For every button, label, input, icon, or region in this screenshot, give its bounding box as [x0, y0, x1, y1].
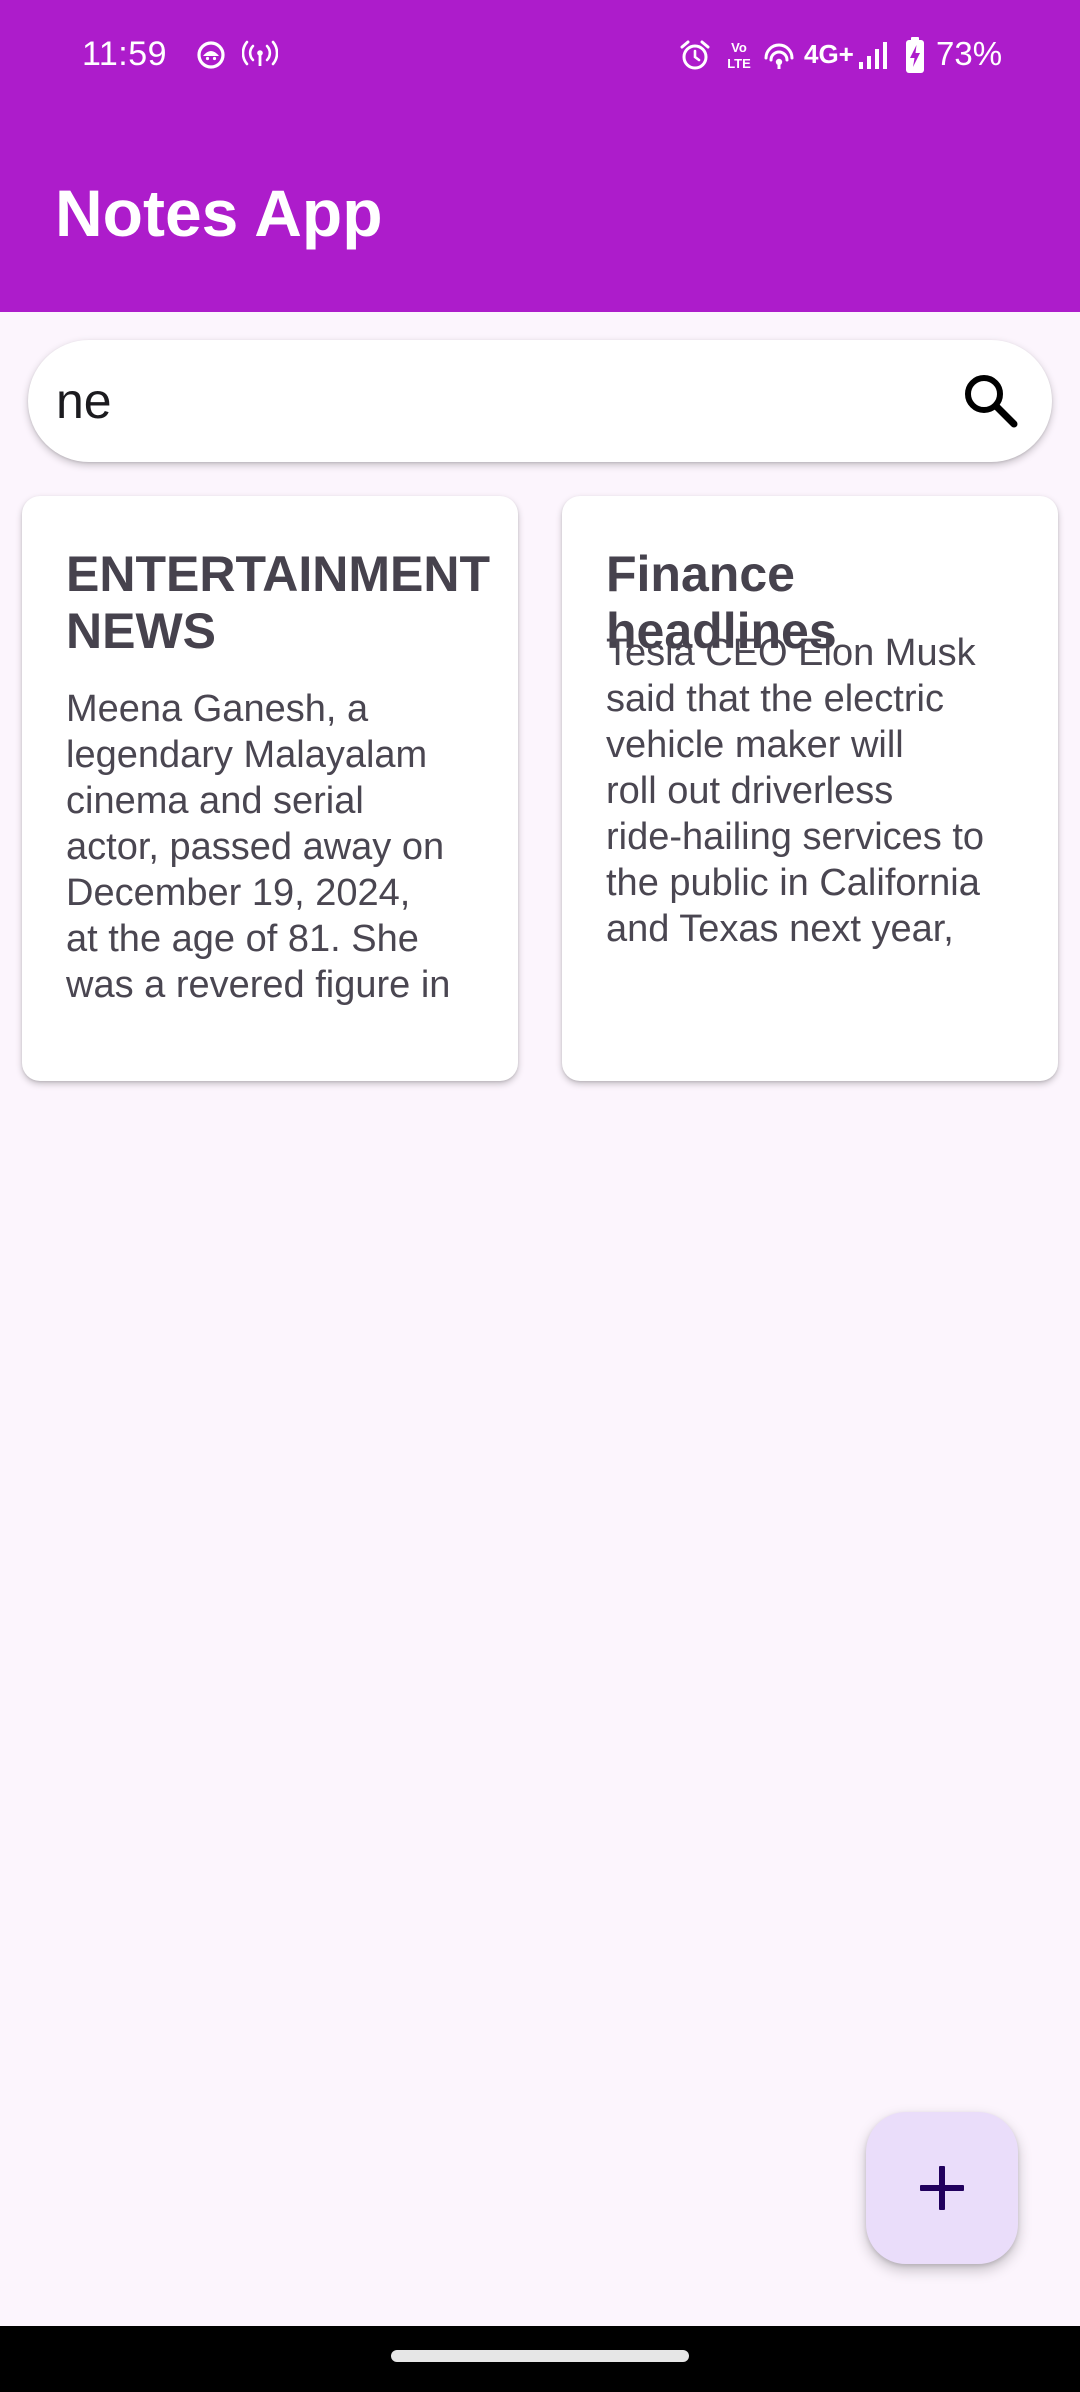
network-type: 4G+: [804, 39, 854, 69]
note-body: Meena Ganesh, a legendary Malayalam cine…: [66, 686, 496, 1008]
note-card[interactable]: Finance headlines Tesla CEO Elon Musk sa…: [562, 496, 1058, 1081]
add-note-button[interactable]: [866, 2112, 1018, 2264]
note-body-line: the public in California: [606, 862, 980, 904]
note-body-line: legendary Malayalam: [66, 734, 428, 776]
svg-text:LTE: LTE: [727, 56, 751, 71]
home-gesture-handle[interactable]: [391, 2350, 689, 2362]
battery-charging-icon: [906, 37, 924, 73]
android-notification-icon: [197, 41, 225, 69]
note-body-line: actor, passed away on: [66, 826, 445, 868]
alarm-icon: [680, 40, 710, 70]
volte-icon: Vo LTE: [727, 40, 751, 71]
note-body-line: Tesla CEO Elon Musk: [606, 632, 976, 674]
note-body-line: vehicle maker will: [606, 724, 904, 766]
status-bar: 11:59 Vo LTE 4G+ 73%: [0, 0, 1080, 112]
plus-icon: [920, 2166, 964, 2210]
battery-percent: 73%: [936, 35, 1003, 72]
search-bar: [28, 340, 1052, 462]
note-card[interactable]: ENTERTAINMENT NEWS Meena Ganesh, a legen…: [22, 496, 518, 1081]
note-title: ENTERTAINMENT NEWS: [66, 546, 491, 659]
navigation-bar: [0, 2326, 1080, 2392]
hotspot-icon: [242, 40, 278, 66]
note-body-line: cinema and serial: [66, 780, 364, 822]
note-body-line: at the age of 81. She: [66, 918, 419, 960]
svg-text:Vo: Vo: [731, 40, 747, 55]
search-input[interactable]: [56, 360, 936, 442]
note-body-line: roll out driverless: [606, 770, 894, 812]
note-body: Tesla CEO Elon Musk said that the electr…: [606, 630, 1036, 952]
note-body-line: December 19, 2024,: [66, 872, 411, 914]
app-title: Notes App: [55, 176, 383, 250]
note-body-line: ride-hailing services to: [606, 816, 985, 858]
status-time: 11:59: [82, 35, 168, 73]
note-body-line: was a revered figure in: [66, 964, 451, 1006]
search-icon: [965, 375, 1018, 428]
note-body-line: and Texas next year,: [606, 908, 954, 950]
note-body-line: Meena Ganesh, a: [66, 688, 369, 730]
app-header: 11:59 Vo LTE 4G+ 73% Notes App: [0, 0, 1080, 312]
search-button[interactable]: [958, 368, 1024, 434]
note-body-line: said that the electric: [606, 678, 944, 720]
wifi-calling-icon: [764, 43, 794, 69]
signal-icon: [859, 42, 887, 69]
